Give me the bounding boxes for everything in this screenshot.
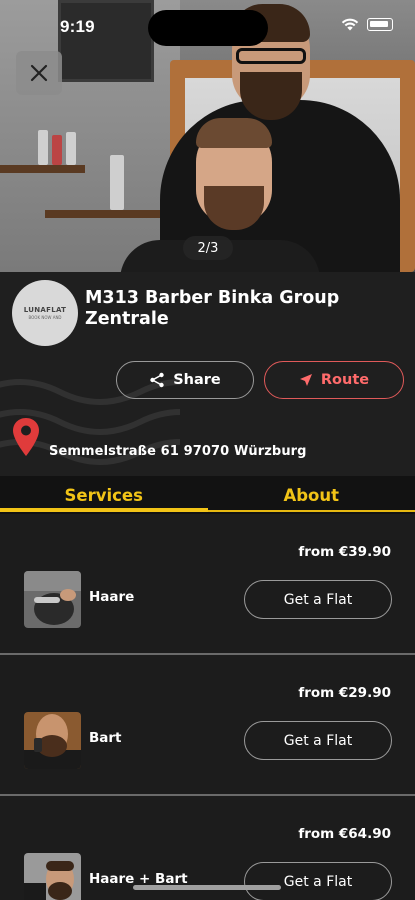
home-indicator[interactable]: [133, 885, 281, 890]
hero-client-hair: [196, 118, 272, 148]
hero-bottle: [110, 155, 124, 210]
logo-text: LUNAFLAT: [23, 306, 67, 314]
hero-bottle: [66, 132, 76, 165]
share-label: Share: [173, 372, 221, 388]
hero-shelf: [0, 165, 85, 173]
image-pager: 2/3: [183, 236, 233, 260]
route-label: Route: [320, 372, 370, 388]
tab-about[interactable]: About: [208, 476, 415, 514]
hero-bottle: [38, 130, 48, 165]
route-button[interactable]: Route: [264, 361, 404, 399]
hair-and-beard-photo: [24, 853, 81, 900]
shop-address[interactable]: Semmelstraße 61 97070 Würzburg: [49, 444, 307, 459]
service-name: Haare: [89, 589, 135, 605]
service-price: from €64.90: [298, 826, 391, 842]
dynamic-island: [148, 10, 268, 46]
hero-bottle: [52, 135, 62, 165]
logo-subtext: BOOK NOW AND: [28, 315, 62, 320]
list-item: from €39.90 Haare Get a Flat: [0, 514, 415, 655]
service-price: from €29.90: [298, 685, 391, 701]
close-icon: [30, 64, 48, 82]
tab-active-indicator: [0, 508, 208, 512]
get-flat-button[interactable]: Get a Flat: [244, 580, 392, 619]
beard-photo: [24, 712, 81, 769]
share-button[interactable]: Share: [116, 361, 254, 399]
shop-logo: LUNAFLAT BOOK NOW AND: [12, 280, 78, 346]
hero-glasses: [236, 48, 306, 64]
wifi-icon: [341, 18, 359, 31]
shop-info: LUNAFLAT BOOK NOW AND M313 Barber Binka …: [0, 272, 415, 476]
hero-shelf: [45, 210, 160, 218]
haircut-photo: [24, 571, 81, 628]
get-flat-button[interactable]: Get a Flat: [244, 862, 392, 900]
navigation-arrow-icon: [299, 374, 312, 386]
get-flat-button[interactable]: Get a Flat: [244, 721, 392, 760]
service-price: from €39.90: [298, 544, 391, 560]
hero-picture-frame: [58, 0, 154, 82]
battery-icon: [367, 18, 393, 31]
service-name: Bart: [89, 730, 122, 746]
status-icons: [341, 18, 393, 31]
services-list: from €39.90 Haare Get a Flat from €29.90: [0, 514, 415, 900]
share-icon: [150, 372, 164, 388]
status-time: 9:19: [60, 17, 95, 36]
location-pin-icon: [13, 418, 39, 456]
shop-name: M313 Barber Binka Group Zentrale: [85, 288, 340, 329]
list-item: from €29.90 Bart Get a Flat: [0, 655, 415, 796]
close-button[interactable]: [16, 51, 62, 95]
